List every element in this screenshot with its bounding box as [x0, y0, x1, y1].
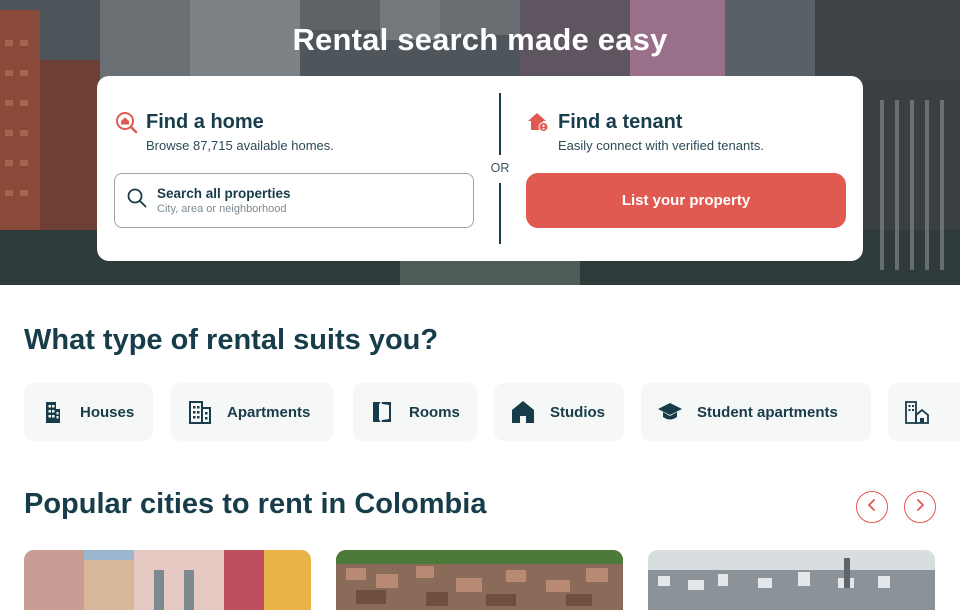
rental-type-houses[interactable]: Houses	[24, 383, 153, 441]
rental-type-label: Apartments	[227, 403, 311, 421]
or-label: OR	[490, 161, 510, 175]
rental-type-label: Studios	[550, 403, 605, 421]
carousel-next-button[interactable]	[904, 491, 936, 523]
find-tenant-title: Find a tenant	[558, 110, 683, 133]
rental-types-list: Houses Apartments Rooms Studios Student …	[24, 383, 960, 441]
city-image	[336, 550, 623, 610]
city-card[interactable]	[24, 550, 311, 610]
list-property-button[interactable]: List your property	[526, 173, 846, 228]
graduation-cap-icon	[657, 399, 683, 425]
carousel-prev-button[interactable]	[856, 491, 888, 523]
city-image	[648, 550, 935, 610]
rental-type-rooms[interactable]: Rooms	[353, 383, 477, 441]
rental-type-label: Student apartments	[697, 403, 838, 421]
hero-banner: Rental search made easy Find a home Brow…	[0, 0, 960, 285]
rental-type-label: Houses	[80, 403, 135, 421]
rental-type-studios[interactable]: Studios	[494, 383, 624, 441]
hero-title: Rental search made easy	[292, 22, 668, 57]
search-label: Search all properties	[157, 186, 291, 201]
rental-types-title: What type of rental suits you?	[24, 324, 439, 356]
chevron-right-icon	[913, 498, 927, 517]
house-icon	[510, 399, 536, 425]
rental-type-apartments[interactable]: Apartments	[171, 383, 334, 441]
search-placeholder: City, area or neighborhood	[157, 203, 287, 215]
find-tenant-subtitle: Easily connect with verified tenants.	[558, 138, 764, 153]
apartment-building-icon	[187, 399, 213, 425]
search-card: Find a home Browse 87,715 available home…	[97, 76, 863, 261]
cities-title: Popular cities to rent in Colombia	[24, 488, 487, 520]
building-house-icon	[904, 399, 930, 425]
divider-line-top	[499, 93, 501, 155]
rental-type-more[interactable]	[888, 383, 960, 441]
city-card[interactable]	[336, 550, 623, 610]
divider-line-bottom	[499, 183, 501, 244]
chevron-left-icon	[865, 498, 879, 517]
door-open-icon	[369, 399, 395, 425]
building-tall-icon	[40, 399, 66, 425]
house-user-icon	[526, 110, 550, 134]
find-home-title: Find a home	[146, 110, 264, 133]
search-input[interactable]: Search all properties City, area or neig…	[114, 173, 474, 228]
find-tenant-section: Find a tenant Easily connect with verifi…	[526, 110, 846, 228]
search-icon	[127, 188, 147, 213]
find-home-subtitle: Browse 87,715 available homes.	[146, 138, 334, 153]
city-card[interactable]	[648, 550, 935, 610]
home-search-icon	[114, 110, 138, 134]
rental-type-student-apartments[interactable]: Student apartments	[641, 383, 871, 441]
city-image	[24, 550, 311, 610]
rental-type-label: Rooms	[409, 403, 460, 421]
find-home-section: Find a home Browse 87,715 available home…	[114, 110, 474, 228]
